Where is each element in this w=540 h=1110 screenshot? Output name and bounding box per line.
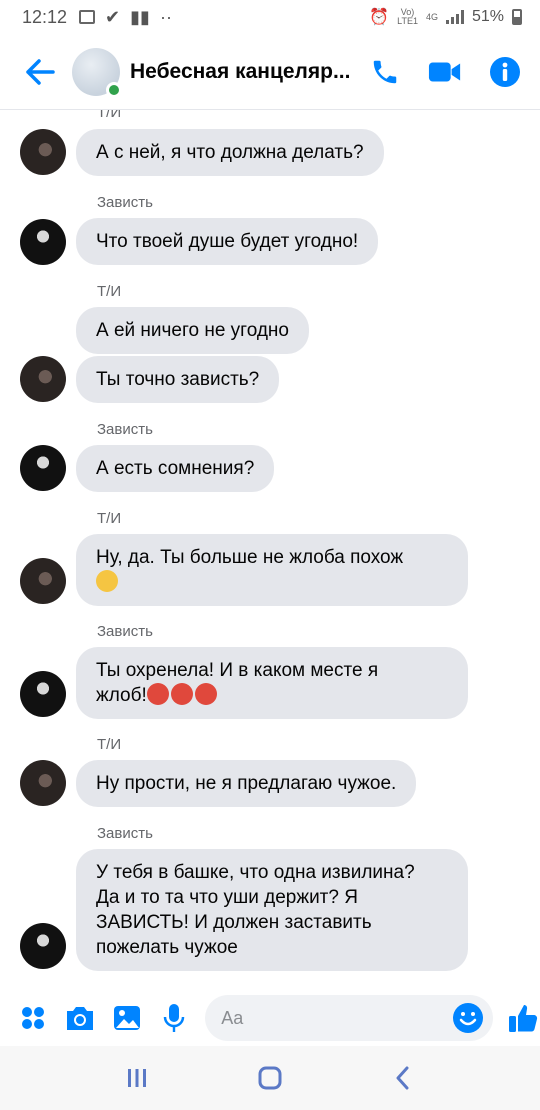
sender-avatar[interactable]	[20, 671, 66, 717]
message-bubble[interactable]: Что твоей душе будет угодно!	[76, 218, 379, 265]
sender-name: Т/И	[97, 283, 122, 300]
message-input-field[interactable]	[205, 995, 494, 1041]
sender-name: Т/И	[97, 510, 122, 527]
video-call-button[interactable]	[428, 55, 462, 89]
sender-name: Т/И	[97, 110, 122, 121]
notification-icons: ✔ ▮▮ ··	[79, 7, 172, 28]
message-line: жлоб!	[96, 685, 147, 706]
sender-name: Зависть	[97, 421, 153, 438]
message-composer	[0, 990, 540, 1046]
system-nav-bar	[0, 1046, 540, 1110]
voice-call-button[interactable]	[368, 55, 402, 89]
microphone-icon	[163, 1004, 185, 1032]
camera-icon	[67, 1007, 94, 1030]
emoji-button[interactable]	[451, 1001, 485, 1035]
chat-header: Небесная канцеляр...	[0, 34, 540, 110]
system-back-button[interactable]	[383, 1058, 423, 1098]
more-actions-button[interactable]	[14, 998, 53, 1038]
message-bubble[interactable]: А ей ничего не угодно	[76, 307, 309, 354]
message-bubble[interactable]: Ну прости, не я предлагаю чужое.	[76, 760, 417, 807]
sender-name: Зависть	[97, 825, 153, 842]
sender-name: Зависть	[97, 194, 153, 211]
sender-avatar[interactable]	[20, 445, 66, 491]
message-line: Ты охренела! И в каком месте я	[96, 660, 379, 681]
message-line: Ну, да. Ты больше не жлоба похож	[96, 547, 404, 568]
thinking-face-emoji-icon	[96, 570, 118, 592]
back-button[interactable]	[20, 52, 60, 92]
thumbs-up-icon	[508, 1005, 537, 1032]
conversation-info-button[interactable]	[488, 55, 522, 89]
chat-title[interactable]: Небесная канцеляр...	[130, 60, 356, 84]
recent-apps-icon	[127, 1069, 146, 1087]
gallery-button[interactable]	[108, 998, 147, 1038]
gallery-notification-icon	[79, 10, 96, 24]
angry-face-emoji-icon	[194, 683, 217, 705]
status-bar: 12:12 ✔ ▮▮ ·· ⏰ Vo) LTE1 4G 51%	[0, 0, 540, 34]
group-avatar[interactable]	[72, 47, 122, 98]
app-notification-icon: ▮▮	[130, 6, 150, 27]
sender-avatar[interactable]	[20, 760, 66, 806]
message-line: У тебя в башке, что одна извилина?	[96, 862, 415, 883]
info-icon	[490, 56, 520, 87]
message-line: ЗАВИСТЬ! И должен заставить	[96, 912, 372, 933]
sender-avatar[interactable]	[20, 923, 66, 969]
sender-name: Зависть	[97, 623, 153, 640]
smiley-icon	[453, 1003, 484, 1033]
sender-avatar[interactable]	[20, 219, 66, 265]
battery-icon	[512, 9, 522, 25]
message-bubble[interactable]: А есть сомнения?	[76, 445, 275, 492]
like-button[interactable]	[505, 1000, 540, 1036]
grid-dots-icon	[22, 1007, 45, 1029]
message-line: Да и то та что уши держит? Я	[96, 887, 358, 908]
phone-icon	[373, 60, 397, 83]
angry-face-emoji-icon	[170, 683, 193, 705]
alarm-icon: ⏰	[369, 9, 390, 26]
check-notification-icon: ✔	[105, 6, 121, 27]
message-bubble[interactable]: А с ней, я что должна делать?	[76, 129, 384, 176]
back-arrow-icon	[26, 58, 55, 85]
sender-avatar[interactable]	[20, 356, 66, 402]
sender-name: Т/И	[97, 736, 122, 753]
chevron-left-icon	[396, 1066, 409, 1090]
battery-percent: 51%	[471, 8, 504, 25]
voice-message-button[interactable]	[154, 998, 193, 1038]
camera-button[interactable]	[61, 998, 100, 1038]
more-notifications-icon: ··	[159, 6, 172, 27]
message-bubble[interactable]: Ну, да. Ты больше не жлоба похож	[76, 534, 468, 606]
sender-avatar[interactable]	[20, 558, 66, 604]
message-bubble[interactable]: У тебя в башке, что одна извилина? Да и …	[76, 849, 468, 971]
home-button[interactable]	[250, 1058, 290, 1098]
message-thread[interactable]: Т/И А с ней, я что должна делать? Завист…	[0, 110, 540, 990]
image-icon	[113, 1006, 140, 1030]
message-bubble[interactable]: Ты точно зависть?	[76, 356, 280, 403]
angry-face-emoji-icon	[146, 683, 169, 705]
sender-avatar[interactable]	[20, 129, 66, 175]
message-input[interactable]	[221, 1007, 442, 1029]
online-indicator	[106, 81, 122, 98]
message-line: пожелать чужое	[96, 937, 238, 958]
status-time: 12:12	[22, 6, 68, 27]
video-camera-icon	[428, 62, 461, 81]
signal-icon	[445, 10, 464, 24]
net-type-indicator: 4G	[425, 11, 438, 22]
message-bubble[interactable]: Ты охренела! И в каком месте я жлоб!	[76, 647, 468, 719]
recent-apps-button[interactable]	[117, 1058, 157, 1098]
home-icon	[258, 1066, 282, 1090]
volte-indicator: Vo) LTE1	[397, 7, 418, 26]
